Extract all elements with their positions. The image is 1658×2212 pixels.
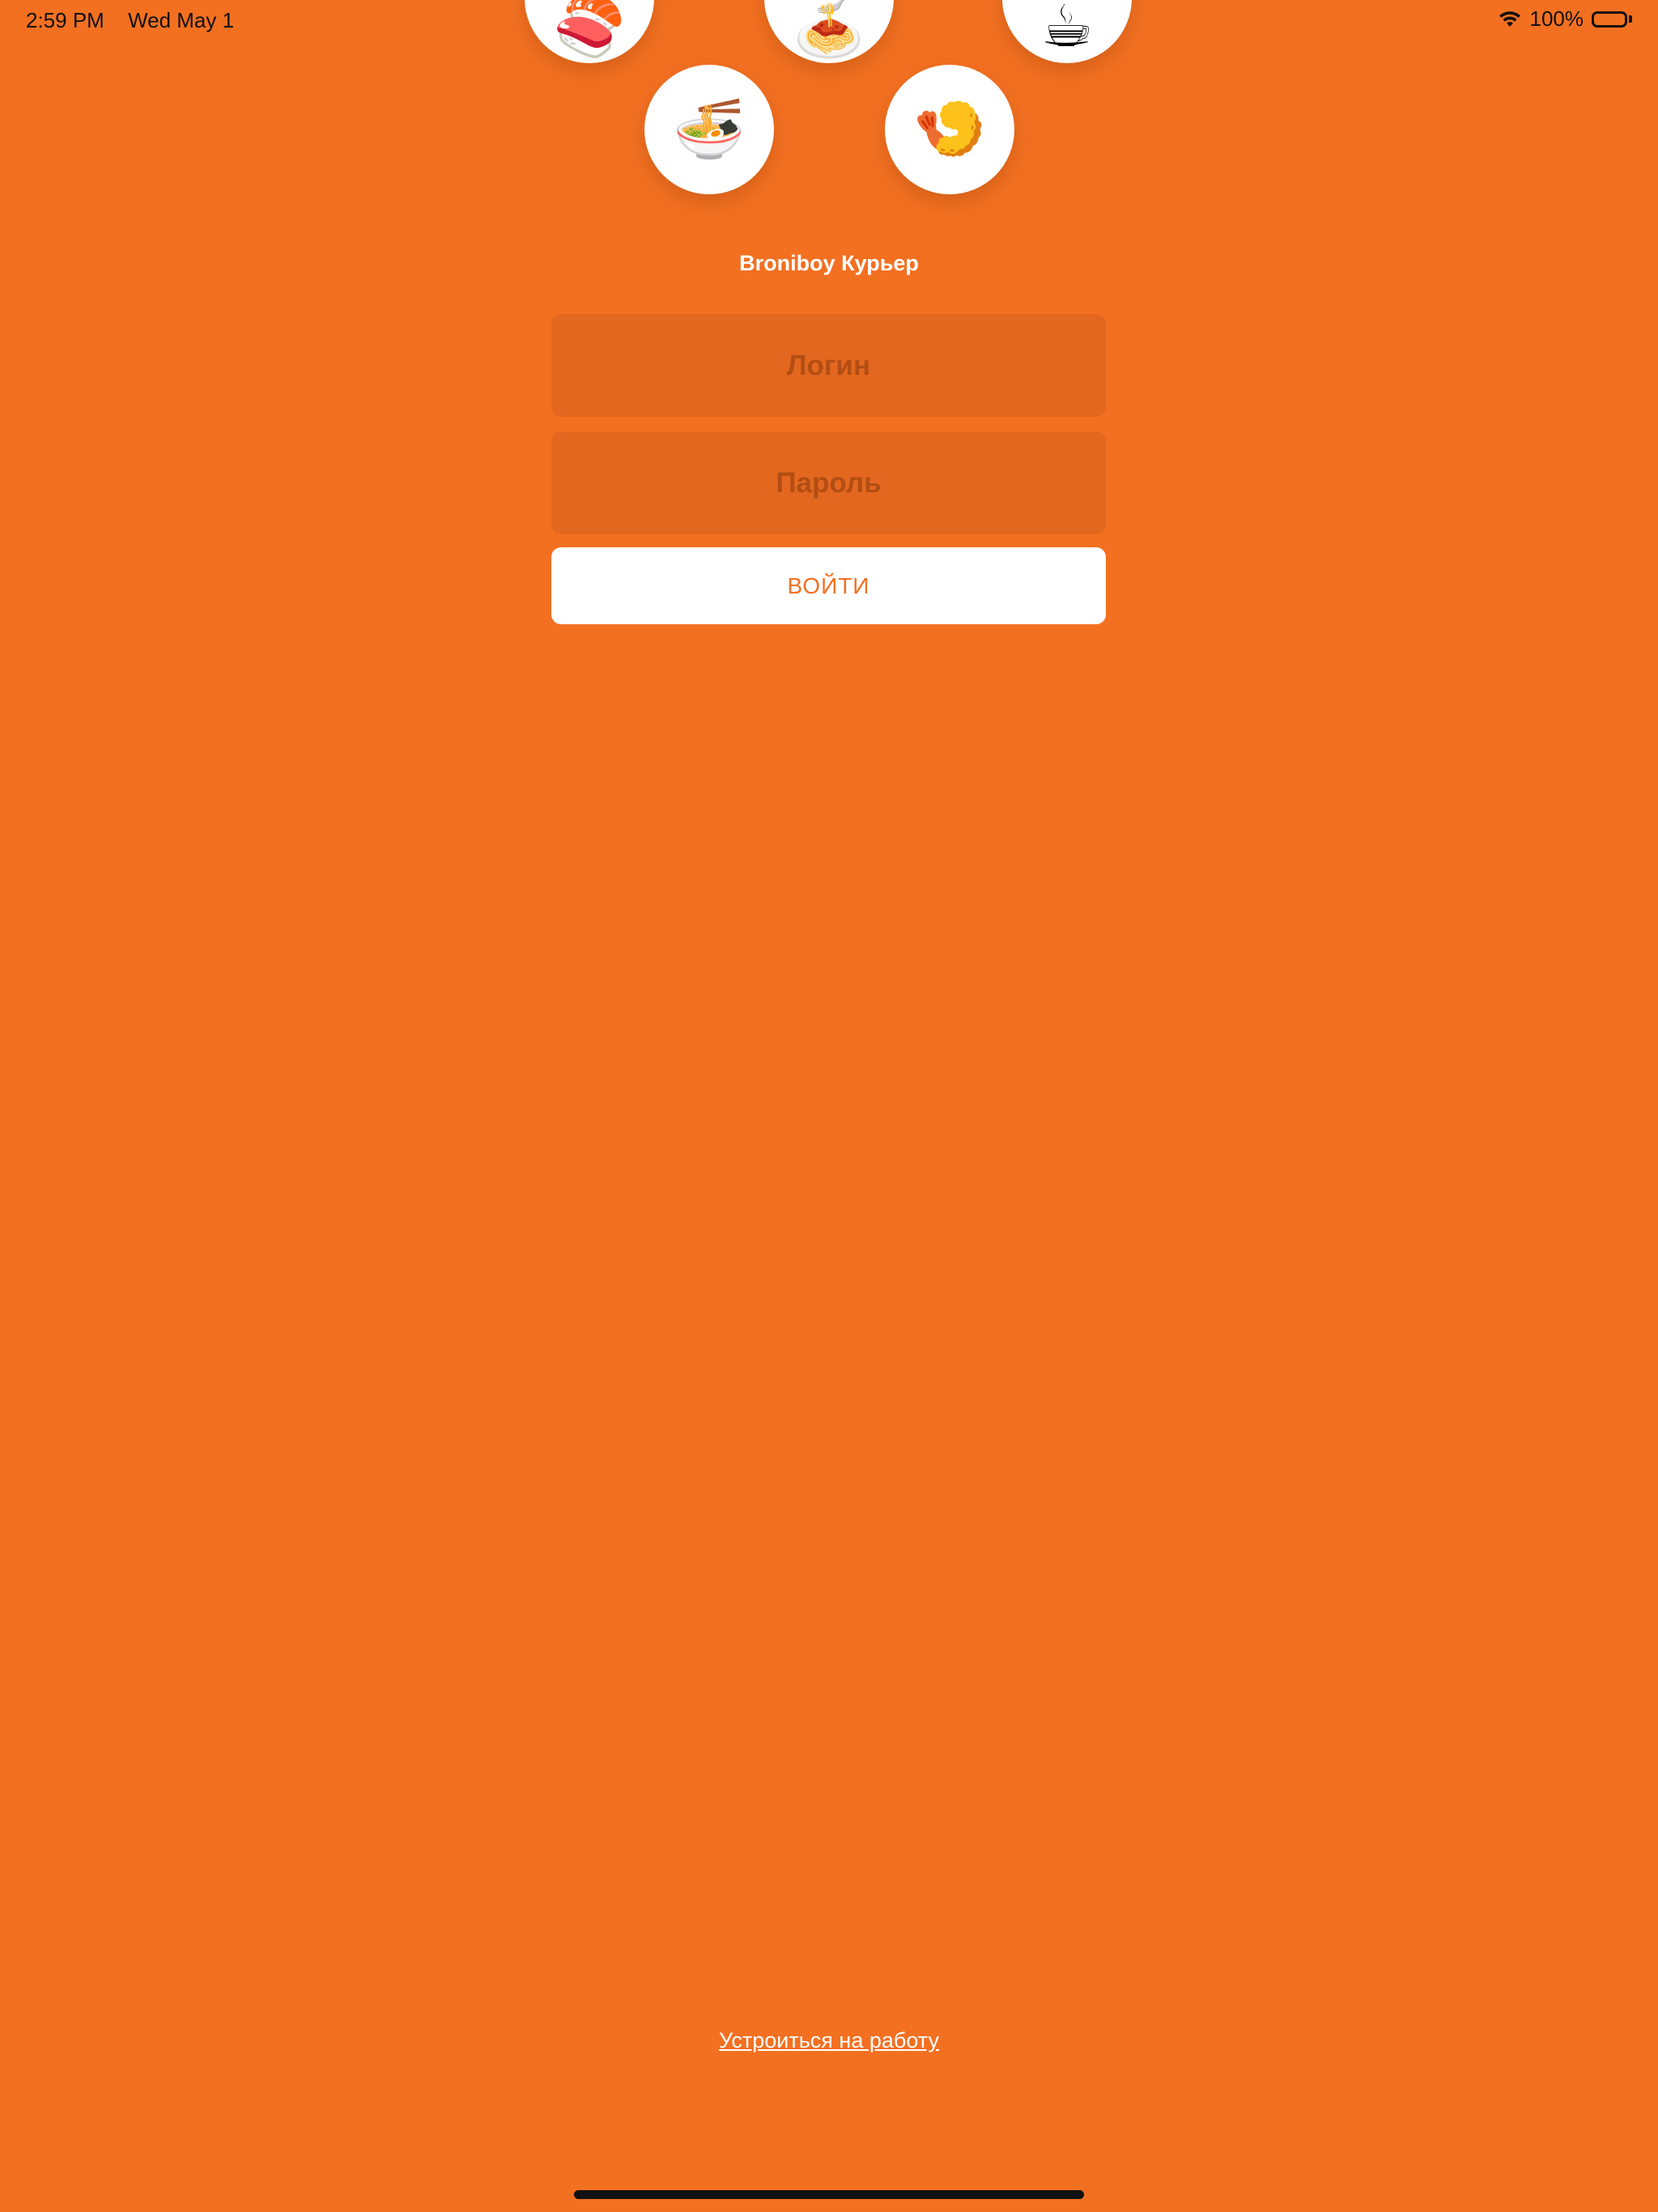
login-field[interactable] bbox=[551, 313, 1106, 418]
password-field[interactable] bbox=[551, 431, 1106, 535]
noodle-soup-emoji: 🍜 bbox=[673, 97, 746, 162]
battery-icon bbox=[1592, 11, 1632, 28]
password-input[interactable] bbox=[551, 431, 1106, 535]
status-left: 2:59 PM Wed May 1 bbox=[26, 8, 234, 33]
sushi-emoji: 🍣 bbox=[553, 0, 626, 59]
login-input[interactable] bbox=[551, 313, 1106, 418]
job-application-link[interactable]: Устроиться на работу bbox=[0, 2028, 1658, 2053]
noodle-soup-icon: 🍜 bbox=[644, 65, 774, 194]
spaghetti-emoji: 🍝 bbox=[793, 0, 865, 59]
coffee-emoji: ☕ bbox=[1040, 0, 1094, 59]
battery-percent: 100% bbox=[1529, 6, 1584, 31]
wifi-icon bbox=[1498, 11, 1522, 28]
spaghetti-icon: 🍝 bbox=[764, 0, 894, 63]
login-button[interactable]: ВОЙТИ bbox=[551, 547, 1106, 624]
fried-shrimp-emoji: 🍤 bbox=[913, 97, 986, 162]
status-right: 100% bbox=[1498, 6, 1632, 32]
fried-shrimp-icon: 🍤 bbox=[885, 65, 1014, 194]
status-time: 2:59 PM bbox=[26, 8, 104, 32]
home-indicator[interactable] bbox=[574, 2190, 1084, 2199]
sushi-icon: 🍣 bbox=[525, 0, 654, 63]
app-title: Broniboy Курьер bbox=[739, 251, 919, 275]
status-date: Wed May 1 bbox=[128, 8, 235, 32]
coffee-icon: ☕ bbox=[1002, 0, 1132, 63]
